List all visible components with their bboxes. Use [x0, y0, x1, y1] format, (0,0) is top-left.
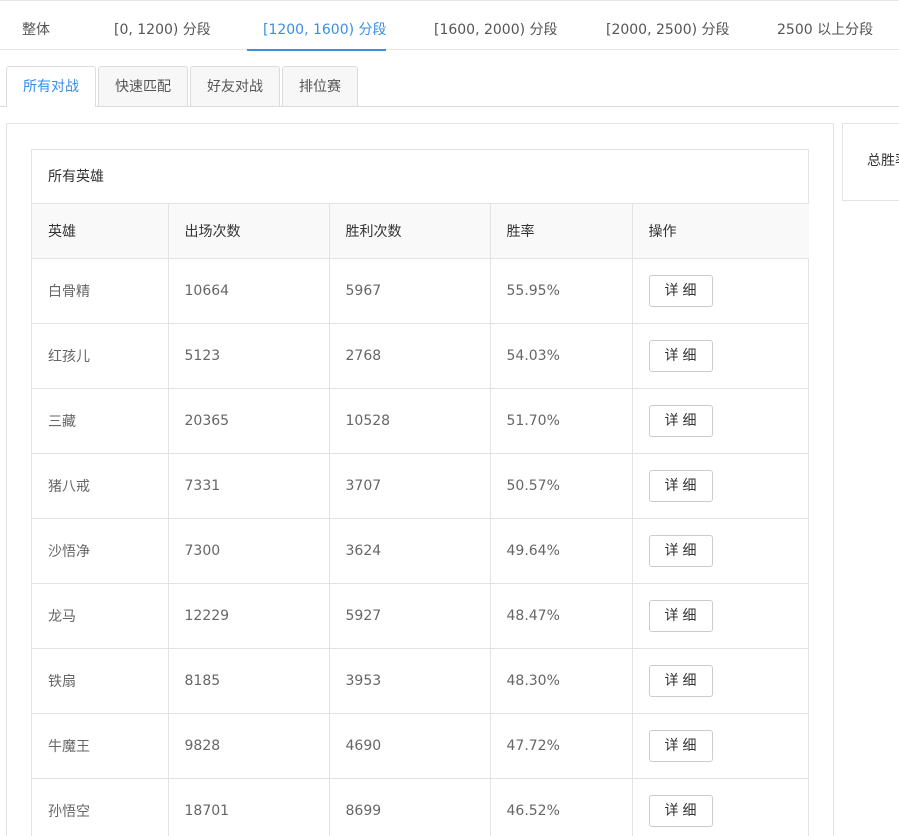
detail-button[interactable]: 详细 — [648, 274, 713, 307]
table-row: 龙马 12229 5927 48.47% 详细 — [32, 583, 809, 649]
tab-segment-2000-2500[interactable]: [2000, 2500) 分段 — [590, 1, 746, 50]
detail-button[interactable]: 详细 — [648, 469, 713, 502]
table-row: 红孩儿 5123 2768 54.03% 详细 — [32, 323, 809, 389]
segment-tabs: 整体 [0, 1200) 分段 [1200, 1600) 分段 [1600, 2… — [0, 0, 899, 51]
hero-name: 三藏 — [32, 388, 169, 454]
panel-title: 所有英雄 — [32, 150, 808, 204]
header-action: 操作 — [632, 204, 809, 259]
tab-ranked[interactable]: 排位赛 — [282, 66, 358, 106]
hero-appearances: 18701 — [168, 778, 330, 836]
hero-wins: 5927 — [329, 583, 491, 649]
hero-wins: 3707 — [329, 453, 491, 519]
detail-button[interactable]: 详细 — [648, 404, 713, 437]
hero-name: 龙马 — [32, 583, 169, 649]
tab-friend-battle[interactable]: 好友对战 — [190, 66, 280, 106]
detail-button[interactable]: 详细 — [648, 339, 713, 372]
action-cell: 详细 — [632, 778, 809, 836]
hero-name: 红孩儿 — [32, 323, 169, 389]
tab-quick-match[interactable]: 快速匹配 — [98, 66, 188, 106]
hero-wins: 2768 — [329, 323, 491, 389]
hero-win-rate: 46.52% — [490, 778, 633, 836]
hero-win-rate: 54.03% — [490, 323, 633, 389]
hero-name: 猪八戒 — [32, 453, 169, 519]
hero-name: 牛魔王 — [32, 713, 169, 779]
table-row: 三藏 20365 10528 51.70% 详细 — [32, 388, 809, 454]
tab-all-battles[interactable]: 所有对战 — [6, 66, 96, 107]
hero-win-rate: 51.70% — [490, 388, 633, 454]
hero-appearances: 12229 — [168, 583, 330, 649]
hero-win-rate: 49.64% — [490, 518, 633, 584]
action-cell: 详细 — [632, 713, 809, 779]
hero-wins: 8699 — [329, 778, 491, 836]
hero-wins: 4690 — [329, 713, 491, 779]
page: 整体 [0, 1200) 分段 [1200, 1600) 分段 [1600, 2… — [0, 0, 899, 836]
tab-segment-0-1200[interactable]: [0, 1200) 分段 — [98, 1, 227, 50]
detail-button[interactable]: 详细 — [648, 664, 713, 697]
table-header-row: 英雄 出场次数 胜利次数 胜率 操作 — [32, 204, 809, 259]
hero-appearances: 7300 — [168, 518, 330, 584]
hero-appearances: 7331 — [168, 453, 330, 519]
header-appearances: 出场次数 — [168, 204, 330, 259]
table-row: 牛魔王 9828 4690 47.72% 详细 — [32, 713, 809, 779]
hero-appearances: 9828 — [168, 713, 330, 779]
hero-name: 沙悟净 — [32, 518, 169, 584]
header-win-rate: 胜率 — [490, 204, 633, 259]
action-cell: 详细 — [632, 388, 809, 454]
action-cell: 详细 — [632, 583, 809, 649]
hero-name: 孙悟空 — [32, 778, 169, 836]
hero-appearances: 20365 — [168, 388, 330, 454]
detail-button[interactable]: 详细 — [648, 729, 713, 762]
hero-appearances: 10664 — [168, 258, 330, 324]
header-wins: 胜利次数 — [329, 204, 491, 259]
hero-win-rate: 50.57% — [490, 453, 633, 519]
hero-wins: 10528 — [329, 388, 491, 454]
detail-button[interactable]: 详细 — [648, 794, 713, 827]
tab-segment-2500-plus[interactable]: 2500 以上分段 — [761, 1, 889, 50]
hero-win-rate: 48.30% — [490, 648, 633, 714]
action-cell: 详细 — [632, 518, 809, 584]
hero-wins: 5967 — [329, 258, 491, 324]
detail-button[interactable]: 详细 — [648, 599, 713, 632]
table-row: 猪八戒 7331 3707 50.57% 详细 — [32, 453, 809, 519]
table-row: 孙悟空 18701 8699 46.52% 详细 — [32, 778, 809, 836]
header-hero: 英雄 — [32, 204, 169, 259]
hero-appearances: 8185 — [168, 648, 330, 714]
table-row: 铁扇 8185 3953 48.30% 详细 — [32, 648, 809, 714]
hero-win-rate: 47.72% — [490, 713, 633, 779]
mode-tabs: 所有对战 快速匹配 好友对战 排位赛 — [0, 66, 899, 107]
hero-name: 铁扇 — [32, 648, 169, 714]
hero-wins: 3953 — [329, 648, 491, 714]
side-card-title: 总胜率 — [867, 153, 899, 169]
hero-name: 白骨精 — [32, 258, 169, 324]
action-cell: 详细 — [632, 453, 809, 519]
table-row: 沙悟净 7300 3624 49.64% 详细 — [32, 518, 809, 584]
tab-segment-1600-2000[interactable]: [1600, 2000) 分段 — [418, 1, 574, 50]
hero-win-rate: 55.95% — [490, 258, 633, 324]
hero-panel: 所有英雄 英雄 出场次数 胜利次数 胜率 操作 白骨精 10664 5967 5… — [31, 149, 809, 836]
tab-segment-1200-1600[interactable]: [1200, 1600) 分段 — [247, 1, 387, 51]
tab-overall[interactable]: 整体 — [6, 1, 66, 50]
hero-table: 英雄 出场次数 胜利次数 胜率 操作 白骨精 10664 5967 55.95%… — [32, 204, 809, 836]
action-cell: 详细 — [632, 323, 809, 389]
hero-win-rate: 48.47% — [490, 583, 633, 649]
hero-wins: 3624 — [329, 518, 491, 584]
detail-button[interactable]: 详细 — [648, 534, 713, 567]
action-cell: 详细 — [632, 648, 809, 714]
hero-appearances: 5123 — [168, 323, 330, 389]
side-card: 总胜率 — [842, 123, 899, 201]
table-row: 白骨精 10664 5967 55.95% 详细 — [32, 258, 809, 324]
action-cell: 详细 — [632, 258, 809, 324]
